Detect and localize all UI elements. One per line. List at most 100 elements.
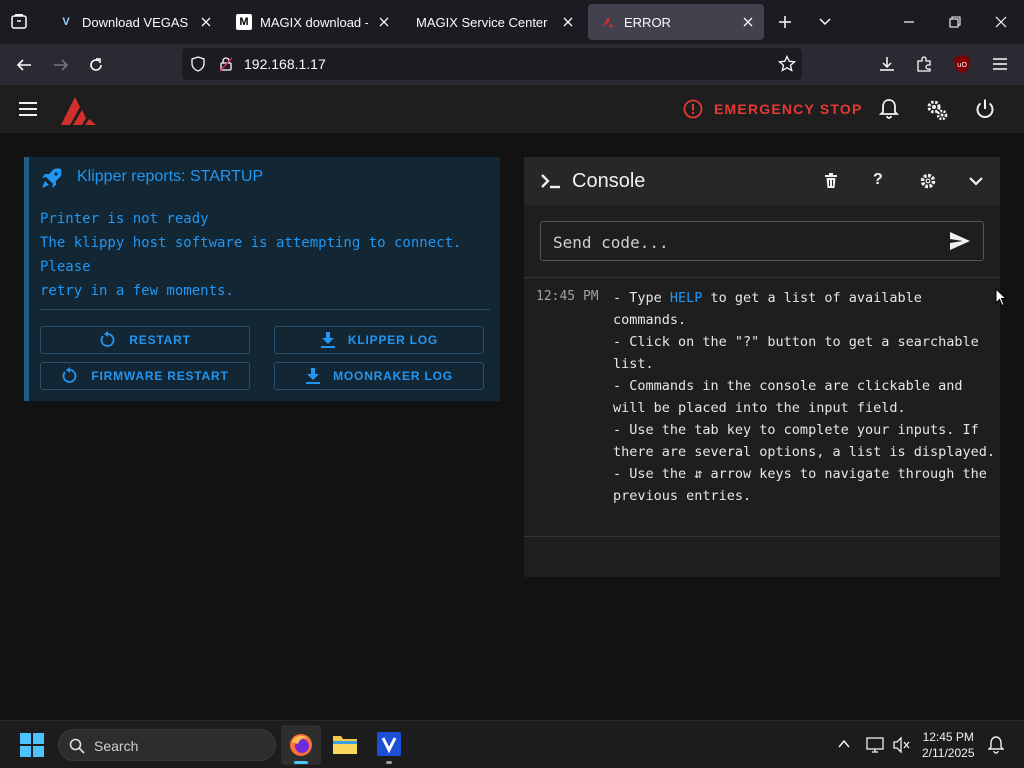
- console-line: - Use the tab key to complete your input…: [613, 422, 996, 460]
- magix-favicon: M: [236, 14, 252, 30]
- help-icon[interactable]: ?: [873, 171, 883, 189]
- klipper-status-card: Klipper reports: STARTUP Printer is not …: [24, 157, 500, 401]
- divider: [524, 536, 1000, 537]
- browser-tab-error[interactable]: ERROR: [588, 4, 764, 40]
- minimize-icon[interactable]: [902, 15, 916, 29]
- windows-taskbar: Search 12:45 PM 2/11/2025: [0, 720, 1024, 768]
- window-close-icon[interactable]: [994, 15, 1008, 29]
- extensions-icon[interactable]: [915, 55, 933, 73]
- restart-button[interactable]: RESTART: [40, 326, 250, 354]
- console-line: - Click on the "?" button to get a searc…: [613, 334, 979, 372]
- taskbar-firefox[interactable]: [281, 725, 321, 765]
- tab-title: MAGIX download - tha: [260, 14, 368, 30]
- download-icon: [306, 368, 321, 384]
- console-entry-time: 12:45 PM: [536, 289, 599, 304]
- back-arrow-icon[interactable]: [15, 56, 33, 74]
- vegas-app-icon[interactable]: [377, 732, 401, 764]
- close-icon[interactable]: [374, 12, 394, 32]
- klipper-log-label: KLIPPER LOG: [347, 333, 439, 347]
- notification-bell-icon[interactable]: [988, 736, 1004, 754]
- gear-icon[interactable]: [919, 172, 937, 190]
- url-bar[interactable]: 192.168.1.17: [182, 48, 802, 80]
- chevron-down-icon[interactable]: [968, 174, 984, 188]
- bell-icon[interactable]: [879, 98, 899, 120]
- mouse-cursor-icon: [995, 288, 1007, 307]
- divider: [524, 277, 1000, 278]
- firmware-restart-label: FIRMWARE RESTART: [91, 369, 229, 383]
- console-line: - Commands in the console are clickable …: [613, 378, 963, 416]
- console-line: - Type HELP to get a list of available c…: [613, 287, 997, 331]
- console-input[interactable]: [553, 230, 933, 254]
- power-icon[interactable]: [974, 98, 996, 120]
- clock-time: 12:45 PM: [922, 730, 974, 744]
- browser-nav-bar: 192.168.1.17 uO: [0, 44, 1024, 85]
- klipper-status-title: Klipper reports: STARTUP: [77, 168, 264, 185]
- active-app-indicator: [294, 761, 308, 764]
- moonraker-log-button[interactable]: MOONRAKER LOG: [274, 362, 484, 390]
- download-icon: [320, 332, 335, 348]
- chevron-down-icon[interactable]: [818, 15, 832, 29]
- trash-icon[interactable]: [824, 173, 838, 189]
- moonraker-log-label: MOONRAKER LOG: [333, 369, 453, 383]
- svg-text:uO: uO: [957, 61, 967, 69]
- ublock-origin-icon[interactable]: uO: [952, 54, 972, 74]
- firmware-restart-button[interactable]: FIRMWARE RESTART: [40, 362, 250, 390]
- shield-icon[interactable]: [190, 56, 206, 72]
- running-app-indicator: [386, 761, 392, 764]
- download-icon[interactable]: [878, 55, 896, 73]
- clock-date: 2/11/2025: [922, 746, 975, 760]
- tab-title: ERROR: [624, 14, 671, 30]
- browser-tab-magix-service[interactable]: MAGIX Service Center: [402, 4, 584, 40]
- tab-title: Download VEGAS Pro T: [82, 14, 190, 30]
- browser-tab-vegas[interactable]: V Download VEGAS Pro T: [46, 4, 222, 40]
- close-icon[interactable]: [738, 12, 758, 32]
- bookmark-star-icon[interactable]: [778, 55, 796, 73]
- console-line: - Use the ⇵ arrow keys to navigate throu…: [613, 466, 987, 504]
- close-icon[interactable]: [558, 12, 578, 32]
- close-icon[interactable]: [196, 12, 216, 32]
- tab-list-icon[interactable]: [10, 13, 28, 31]
- page-info-icon[interactable]: [218, 56, 234, 72]
- divider: [40, 309, 490, 310]
- restart-label: RESTART: [129, 333, 191, 347]
- klipper-status-message: Printer is not ready The klippy host sof…: [40, 211, 462, 299]
- console-title: Console: [572, 170, 646, 192]
- nav-drawer-menu-icon[interactable]: [18, 100, 38, 118]
- reload-icon[interactable]: [87, 56, 105, 74]
- emergency-stop-label: EMERGENCY STOP: [714, 101, 863, 117]
- restore-icon[interactable]: [948, 15, 962, 29]
- console-prompt-icon: [540, 172, 562, 190]
- console-text: - Type: [613, 290, 670, 306]
- taskbar-clock[interactable]: 12:45 PM 2/11/2025: [922, 729, 975, 761]
- search-icon: [69, 738, 85, 754]
- emergency-stop-button[interactable]: EMERGENCY STOP: [683, 99, 863, 119]
- tab-title: MAGIX Service Center: [416, 14, 548, 30]
- console-entry-message[interactable]: - Type HELP to get a list of available c…: [613, 287, 997, 507]
- mainsail-logo[interactable]: [60, 94, 98, 126]
- volume-muted-icon[interactable]: [892, 736, 912, 754]
- hamburger-menu-icon[interactable]: [991, 55, 1009, 73]
- browser-tab-bar: V Download VEGAS Pro T M MAGIX download …: [0, 0, 1024, 44]
- search-label: Search: [94, 738, 139, 754]
- alert-circle-icon: [683, 99, 703, 119]
- send-icon[interactable]: [949, 231, 971, 251]
- chevron-up-icon[interactable]: [837, 738, 851, 750]
- restart-icon: [100, 331, 115, 347]
- cogs-icon[interactable]: [925, 98, 949, 122]
- restart-icon: [62, 367, 77, 383]
- browser-tab-magix-download[interactable]: M MAGIX download - tha: [224, 4, 400, 40]
- klipper-log-button[interactable]: KLIPPER LOG: [274, 326, 484, 354]
- url-text[interactable]: 192.168.1.17: [244, 56, 326, 72]
- console-panel: Console ? 12:45 PM - Type HELP to get a …: [524, 157, 1000, 577]
- windows-start-icon[interactable]: [20, 733, 44, 757]
- file-explorer-icon[interactable]: [332, 732, 358, 756]
- taskbar-search-box[interactable]: Search: [58, 729, 276, 761]
- forward-arrow-icon[interactable]: [52, 56, 70, 74]
- help-command-link[interactable]: HELP: [670, 290, 703, 306]
- mainsail-favicon: [600, 14, 616, 30]
- vegas-favicon: V: [62, 16, 70, 28]
- console-input-box[interactable]: [540, 221, 984, 261]
- rocket-icon: [40, 166, 64, 190]
- new-tab-icon[interactable]: [777, 14, 793, 30]
- network-icon[interactable]: [866, 736, 886, 754]
